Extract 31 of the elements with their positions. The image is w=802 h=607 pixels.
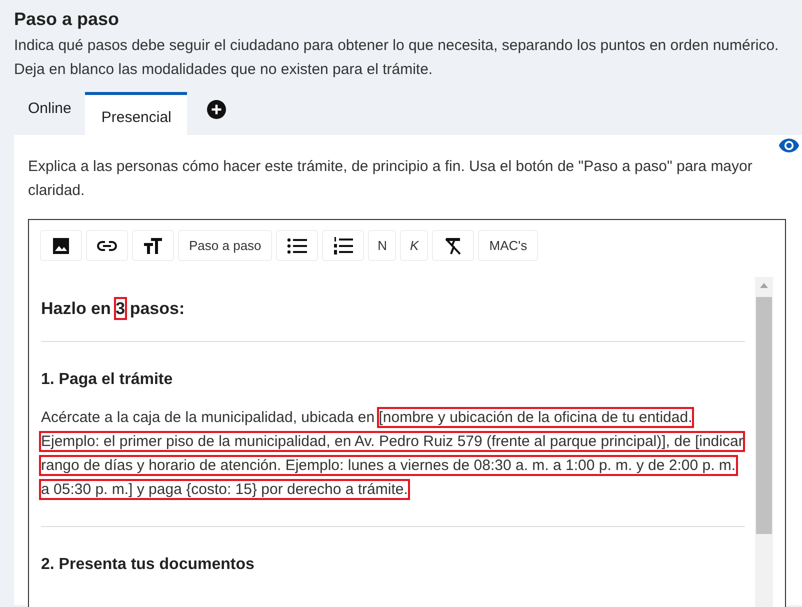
bulleted-list-button[interactable] xyxy=(276,230,318,261)
image-button[interactable] xyxy=(40,230,82,261)
description-text: Indica qué pasos debe seguir el ciudadano para obtener lo que necesita, separando los puntos en orden numérico. xyxy=(14,36,780,56)
italic-button[interactable]: K xyxy=(400,230,428,261)
section-title: Paso a paso xyxy=(14,8,120,30)
image-icon xyxy=(52,236,70,254)
text-size-button[interactable] xyxy=(132,230,174,261)
link-icon xyxy=(97,240,117,252)
add-tab-icon[interactable] xyxy=(207,100,226,119)
scrollbar[interactable] xyxy=(755,277,773,607)
clear-format-button[interactable] xyxy=(432,230,474,261)
visibility-icon[interactable] xyxy=(778,137,800,153)
content-heading: Hazlo en 3 pasos: xyxy=(41,298,186,320)
toolbar-button[interactable]: Paso a paso xyxy=(178,230,272,261)
numbered-list-icon xyxy=(333,236,354,254)
numbered-list-button[interactable] xyxy=(322,230,364,261)
description-text: Deja en blanco las modalidades que no existen para el trámite. xyxy=(14,60,434,80)
rich-text-editor[interactable] xyxy=(28,219,786,607)
step-paragraph: Acércate a la caja de la municipalidad, ubicada en [nombre y ubicación de la oficina de tu entidad. Ejemplo: el primer piso de la municipalidad, en Av. Pedro Ruiz 579 (frente al parque principal)], de [indicar rango de días y horario de atención. Ejemplo: lunes a viernes de 08:30 a. m. a 1:00 p. m. y de 2:00 p. m. a 05:30 p. m.] y paga {costo: 15} por derecho a trámite. xyxy=(41,408,744,500)
step-heading: 1. Paga el trámite xyxy=(41,370,174,390)
tab[interactable]: Presencial xyxy=(85,92,188,135)
tab[interactable]: Online xyxy=(14,92,86,135)
toolbar-button[interactable]: MAC's xyxy=(478,230,538,261)
instruction-text: Explica a las personas cómo hacer este trámite, de principio a fin. Usa el botón de "Paso a paso" para mayor claridad. xyxy=(28,157,754,201)
scrollbar-thumb[interactable] xyxy=(756,297,772,534)
link-button[interactable] xyxy=(86,230,128,261)
bold-button[interactable]: N xyxy=(368,230,396,261)
step-heading: 2. Presenta tus documentos xyxy=(41,555,256,575)
text-size-icon xyxy=(143,238,163,254)
clear-format-icon xyxy=(444,236,462,254)
bulleted-list-icon xyxy=(287,238,308,254)
